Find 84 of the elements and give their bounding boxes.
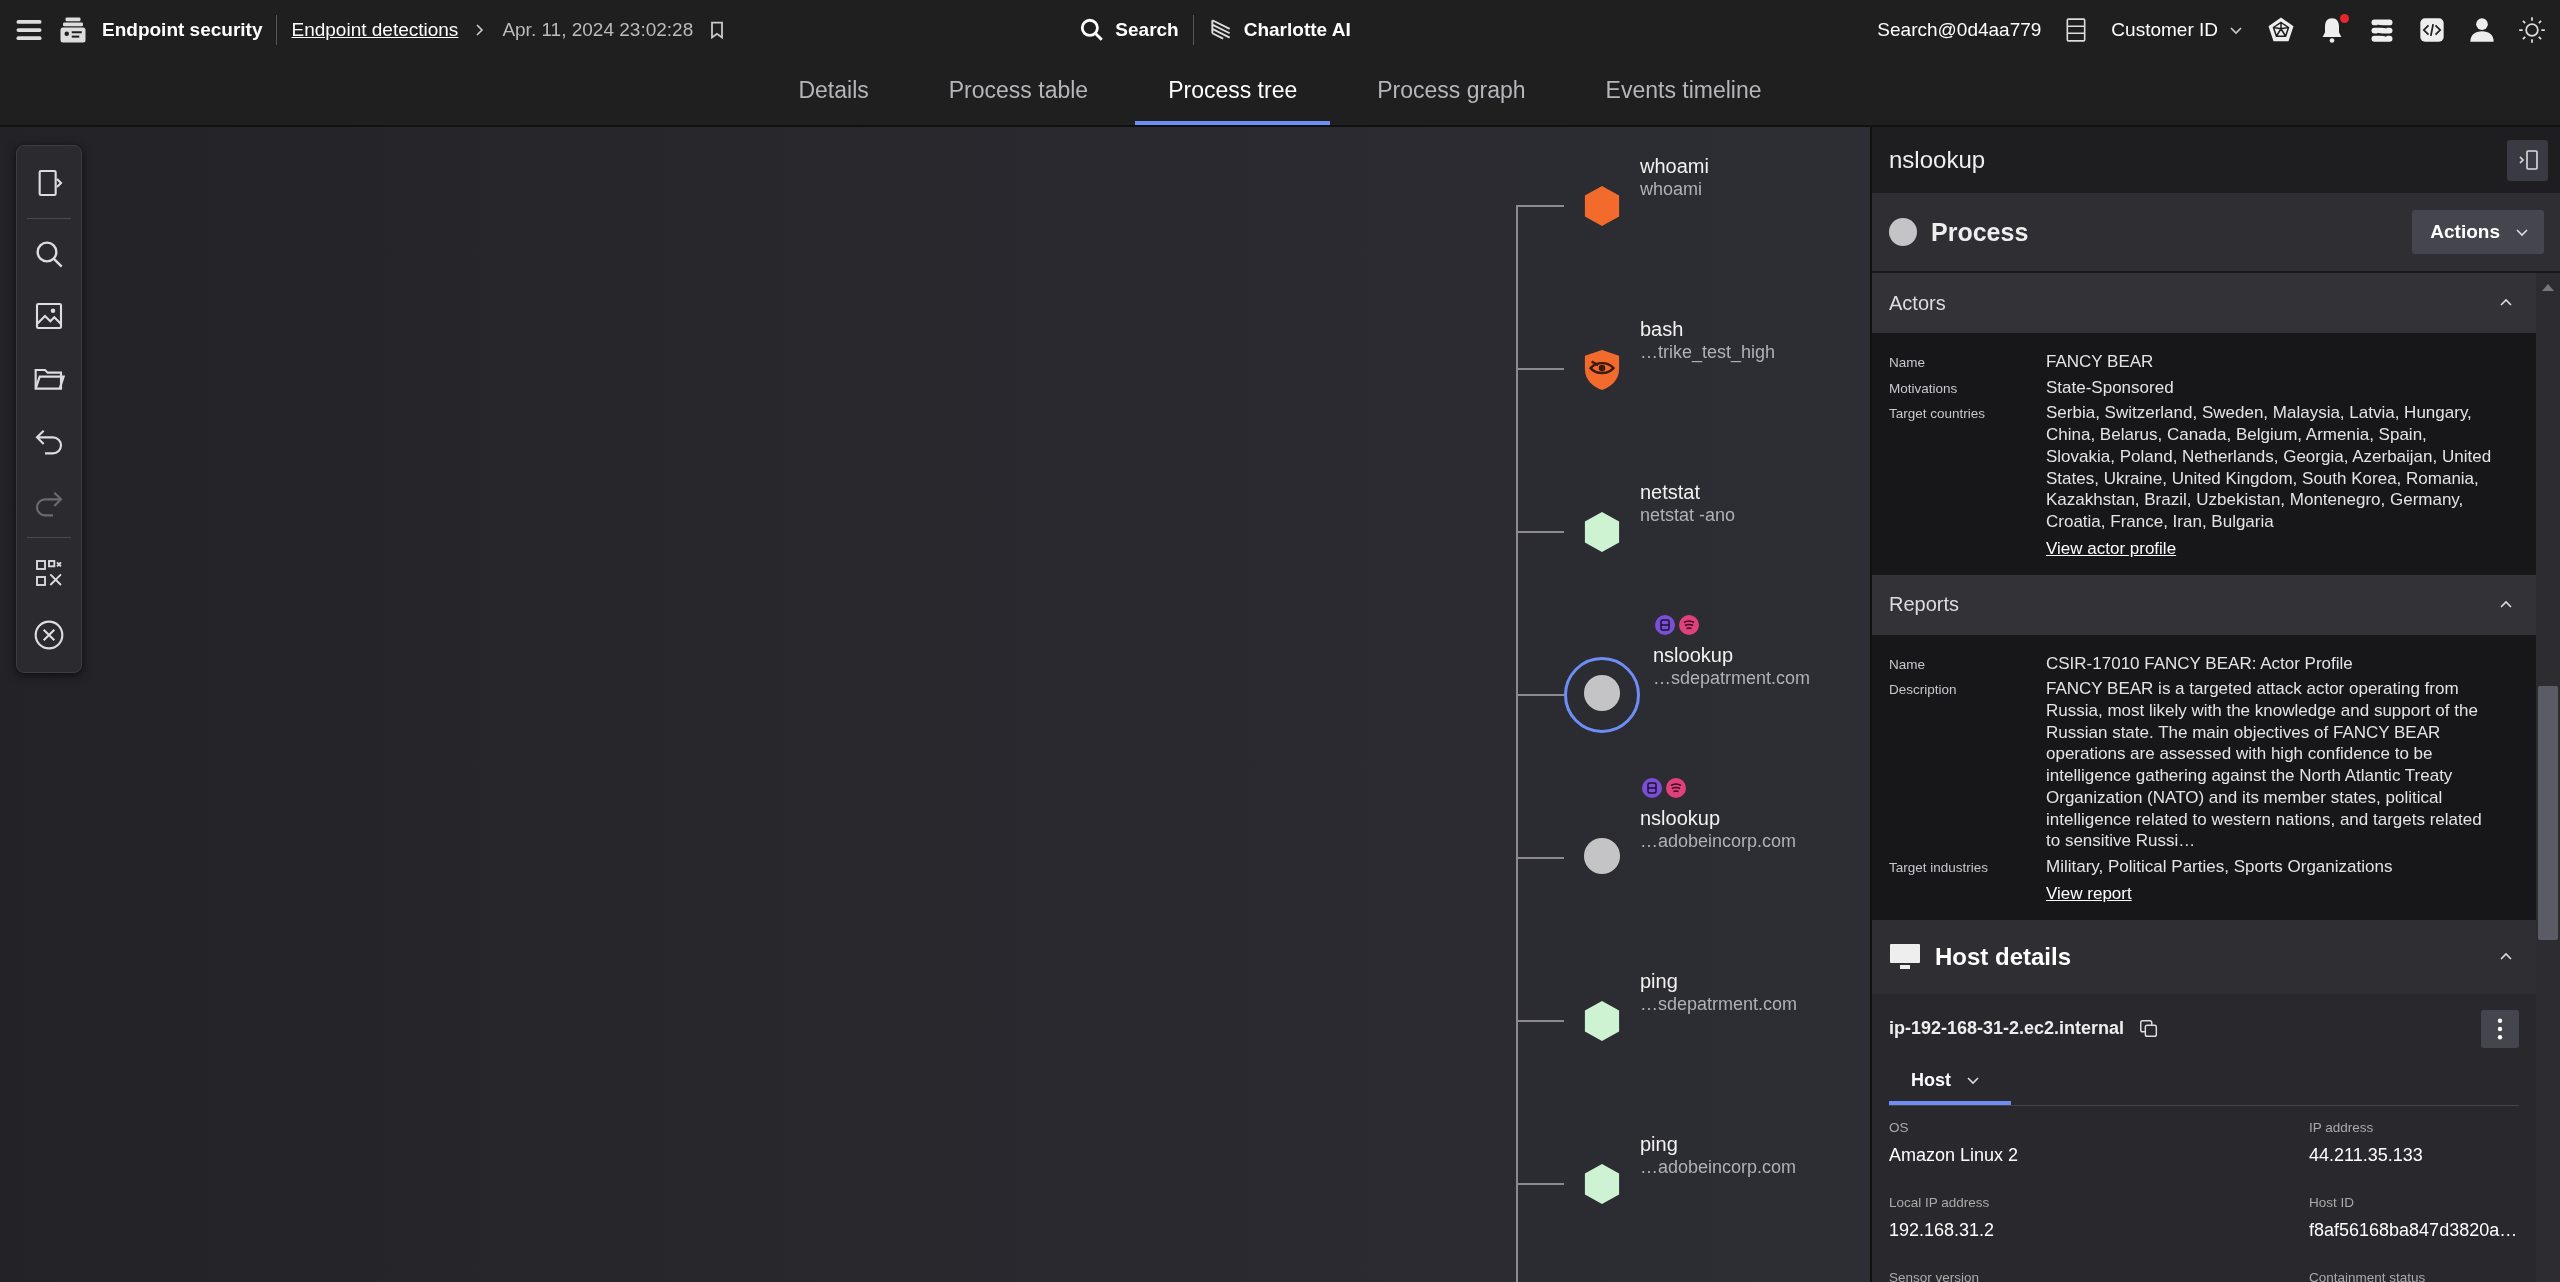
tab[interactable]: Process graph: [1344, 60, 1559, 125]
sun-icon[interactable]: [2518, 16, 2546, 44]
process-detail: …adobeincorp.com: [1640, 831, 1797, 852]
field-value: FANCY BEAR: [2046, 351, 2155, 373]
field-label: Target industries: [1889, 859, 1990, 875]
field-label: Name: [1889, 355, 1926, 370]
process-name: ping: [1640, 1133, 1678, 1156]
field-label: Description: [1889, 682, 1958, 698]
signal-badge-icon[interactable]: [1666, 778, 1686, 798]
actions-button[interactable]: Actions: [2412, 210, 2544, 254]
shield-eye-icon[interactable]: [1583, 348, 1621, 392]
kebab-icon: [2497, 1017, 2503, 1040]
process-label: Process: [1931, 217, 2030, 247]
id-card-icon[interactable]: [58, 15, 88, 45]
field-label: Motivations: [1889, 380, 1959, 396]
field-label: Sensor version: [1889, 1269, 1981, 1282]
circle-node-icon[interactable]: [1583, 837, 1621, 875]
search-icon: [1079, 17, 1106, 43]
field-label: Local IP address: [1889, 1194, 1991, 1210]
hostname: ip-192-168-31-2.ec2.internal: [1889, 1018, 2125, 1040]
breadcrumb-link[interactable]: Endpoint detections: [291, 19, 459, 41]
process-detail: …sdepatrment.com: [1640, 994, 1798, 1015]
profile-link[interactable]: View actor profile: [2046, 538, 2177, 559]
monitor-icon: [1889, 942, 1921, 971]
process-detail: whoami: [1640, 179, 1703, 200]
close-circle-icon[interactable]: [33, 619, 65, 651]
field-label: Containment status: [2309, 1269, 2427, 1282]
process-detail: …adobeincorp.com: [1640, 1157, 1797, 1178]
signal-badge-icon[interactable]: [1679, 615, 1699, 635]
collapse-panel-button[interactable]: [2507, 139, 2548, 181]
tab[interactable]: Process table: [915, 60, 1122, 125]
field-value: f8af56168ba847d3820a…: [2309, 1219, 2519, 1241]
customer-dropdown[interactable]: Customer ID: [2111, 19, 2244, 41]
breadcrumb-date: Apr. 11, 2024 23:02:28: [502, 19, 694, 41]
hexagon-node-icon[interactable]: [1583, 1000, 1621, 1042]
user-icon[interactable]: [2468, 16, 2496, 44]
process-name: whoami: [1640, 155, 1709, 178]
app-title: Endpoint security: [102, 19, 263, 41]
host-tab-dropdown[interactable]: Host: [1889, 1061, 2011, 1105]
search-button[interactable]: Search: [1079, 17, 1179, 43]
hexagon-node-icon[interactable]: [1583, 1163, 1621, 1205]
more-options-button[interactable]: [2481, 1009, 2519, 1048]
hexagon-node-icon[interactable]: [1583, 511, 1621, 553]
document-badge-icon[interactable]: [1655, 615, 1675, 635]
field-value: CSIR-17010 FANCY BEAR: Actor Profile: [2046, 652, 2354, 675]
process-name: bash: [1640, 318, 1684, 341]
process-detail: …sdepatrment.com: [1653, 668, 1811, 689]
tab[interactable]: Events timeline: [1572, 60, 1795, 125]
field-value: Military, Political Parties, Sports Organizations: [2046, 855, 2394, 878]
scroll-up-icon: [2542, 283, 2554, 291]
field-label: Target countries: [1889, 406, 1987, 422]
process-name: nslookup: [1653, 644, 1734, 667]
section-header[interactable]: Host details: [1872, 919, 2536, 994]
field-value: Amazon Linux 2: [1889, 1144, 2020, 1166]
process-name: ping: [1640, 970, 1678, 993]
process-circle-icon: [1889, 218, 1917, 246]
field-label: IP address: [2309, 1119, 2375, 1135]
tab[interactable]: Details: [765, 60, 902, 125]
hexagon-node-icon[interactable]: [1583, 185, 1621, 227]
account-label: Search@0d4aa779: [1877, 19, 2042, 41]
process-name: nslookup: [1640, 807, 1721, 830]
field-value: 192.168.31.2: [1889, 1219, 1996, 1241]
process-name: netstat: [1640, 481, 1701, 504]
field-label: Host ID: [2309, 1194, 2355, 1210]
section-header[interactable]: Actors: [1872, 273, 2536, 333]
circle-node-icon[interactable]: [1583, 674, 1621, 712]
process-detail: …trike_test_high: [1640, 342, 1776, 363]
profile-link[interactable]: View report: [2046, 883, 2132, 904]
process-detail: netstat -ano: [1640, 505, 1736, 526]
field-value: 44.211.35.133: [2309, 1144, 2424, 1166]
field-label: OS: [1889, 1119, 1910, 1135]
panel-title: nslookup: [1889, 146, 1986, 174]
field-label: Name: [1889, 656, 1926, 672]
image-icon[interactable]: [33, 300, 65, 332]
search-icon[interactable]: [33, 238, 65, 270]
scrollbar[interactable]: [2536, 273, 2560, 1282]
field-value: FANCY BEAR is a targeted attack actor operating from Russia, most likely with the knowledge and support of the Russian state. The main objectives of FANCY BEAR operations are assessed with high confidence to be intelligence gathering against the North Atlantic Treaty Organization (NATO) and its member states, political intelligence related to western nations, and targets related to sensitive Russi…: [2046, 678, 2483, 852]
field-value: Serbia, Switzerland, Sweden, Malaysia, Latvia, Hungary, China, Belarus, Canada, Belgium, Armenia, Spain, Slovakia, Poland, Netherlands, Georgia, Azerbaijan, United States, Ukraine, United Kingdom, South Korea, Romania, Kazakhstan, Brazil, Uzbekistan, Montenegro, Germany, Croatia, France, Iran, Bulgaria: [2046, 402, 2493, 533]
field-value: State-Sponsored: [2046, 376, 2175, 399]
code-icon[interactable]: [2418, 16, 2446, 44]
scroll-thumb[interactable]: [2538, 686, 2558, 940]
section-header[interactable]: Reports: [1872, 574, 2536, 635]
assistant-button[interactable]: Charlotte AI: [1207, 17, 1351, 43]
document-badge-icon[interactable]: [1642, 778, 1662, 798]
